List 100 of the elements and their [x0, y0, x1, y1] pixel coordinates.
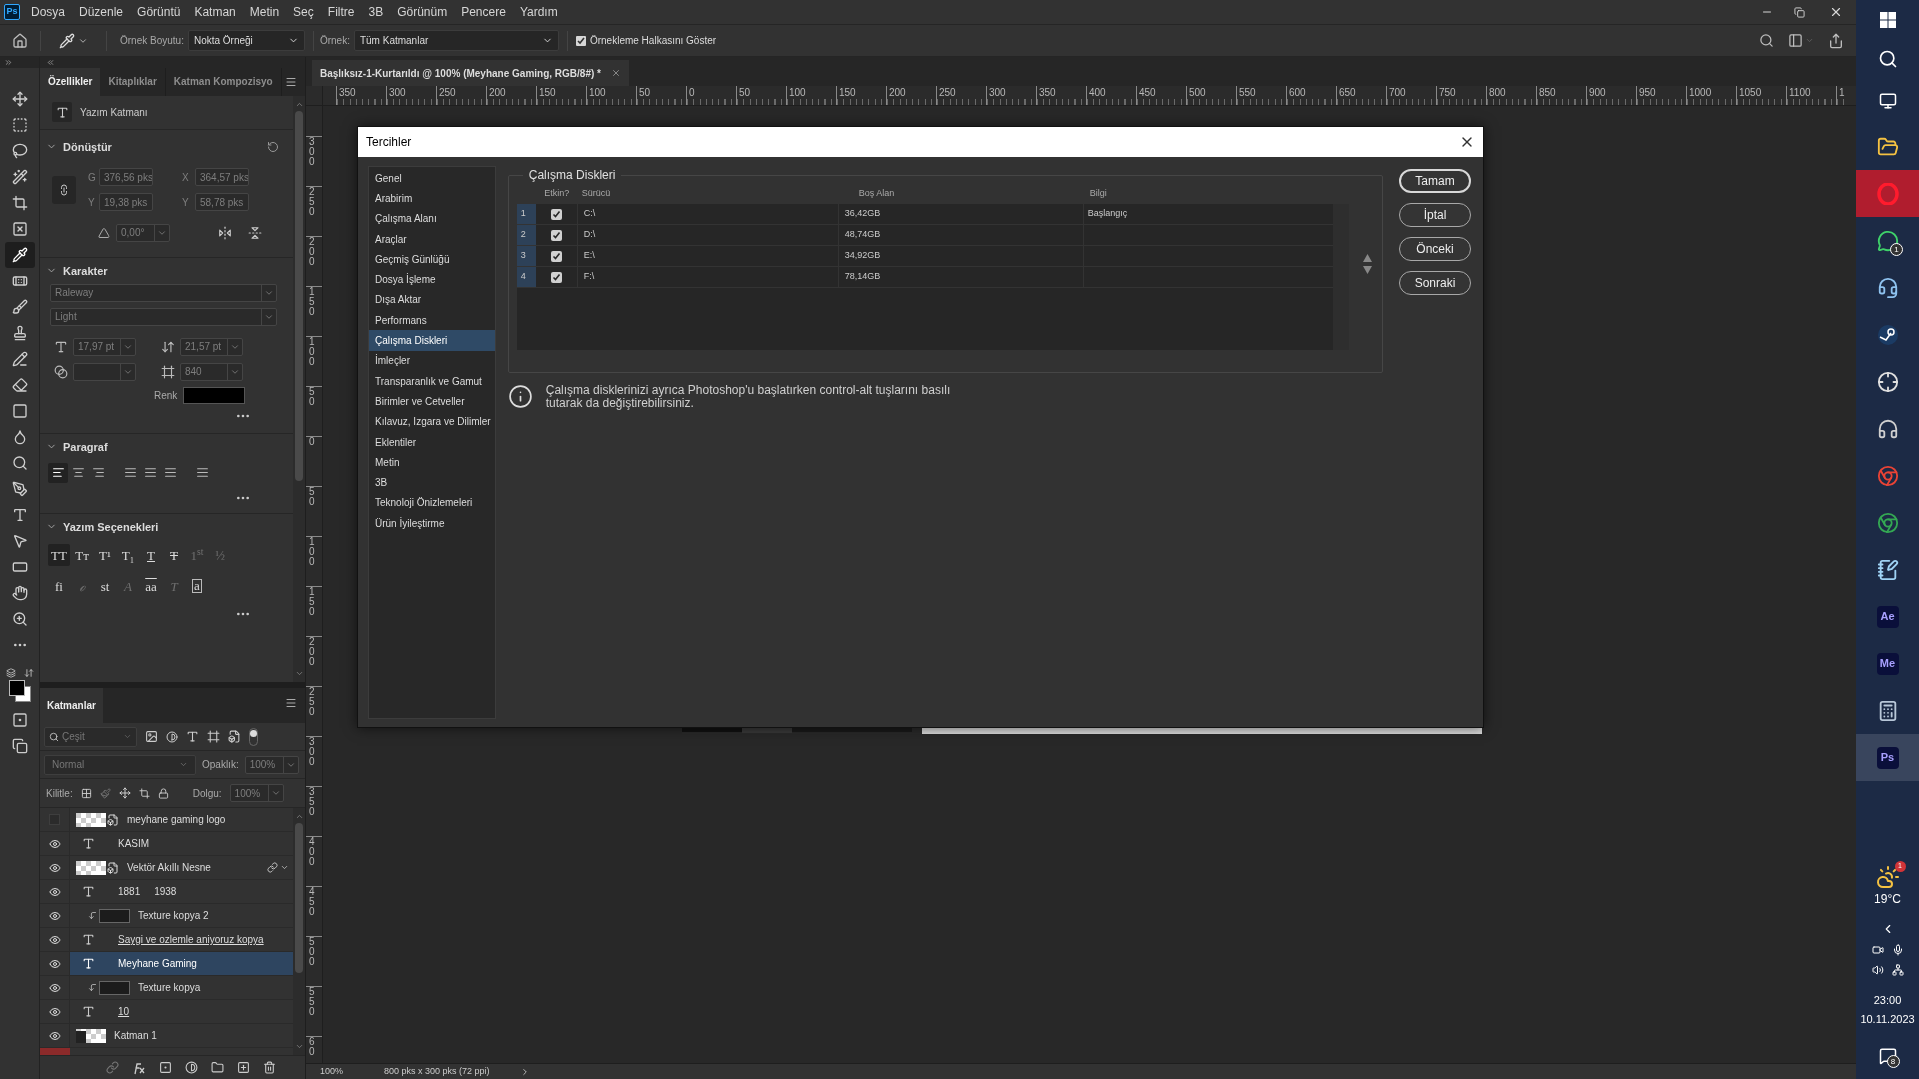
visibility-eye-icon[interactable]	[48, 933, 61, 946]
flip-vertical-icon[interactable]	[248, 225, 262, 240]
layer-name[interactable]: meyhane gaming logo	[127, 812, 226, 827]
ring-label[interactable]: Örnekleme Halkasını Göster	[589, 33, 717, 48]
active-checkbox[interactable]	[550, 229, 562, 241]
weather-icon[interactable]	[1875, 865, 1900, 889]
opacity-field[interactable]: 100%	[244, 755, 299, 774]
scrollbar-thumb[interactable]	[295, 823, 303, 973]
category-item[interactable]: Teknoloji Önizlemeleri	[369, 492, 495, 514]
layer-name[interactable]: Vektör Akıllı Nesne	[127, 860, 211, 875]
layer-name[interactable]: 10	[118, 1004, 130, 1019]
type-filter-icon[interactable]	[186, 730, 199, 743]
type-option-button[interactable]: Tт	[71, 544, 93, 567]
flip-horizontal-icon[interactable]	[218, 225, 232, 240]
category-item[interactable]: Araçlar	[369, 228, 495, 250]
lock-transparency-icon[interactable]	[80, 787, 92, 799]
dialog-button[interactable]: Sonraki	[1399, 271, 1471, 295]
windows-logo-icon[interactable]	[1879, 12, 1896, 28]
search-icon[interactable]	[1877, 49, 1898, 69]
sample-size-dropdown[interactable]: Nokta Örneği	[187, 30, 305, 51]
category-item[interactable]: Dosya İşleme	[369, 269, 495, 290]
menu-item[interactable]: Görünüm	[390, 3, 455, 21]
layer-name[interactable]: Texture kopya	[138, 980, 201, 995]
eyedropper-icon[interactable]	[59, 32, 75, 49]
color-swatch[interactable]	[183, 386, 246, 404]
task-view-icon[interactable]	[1878, 91, 1897, 110]
menu-item[interactable]: Pencere	[454, 3, 513, 21]
clock-time[interactable]: 23:00	[1873, 992, 1902, 1009]
category-item[interactable]: Metin	[369, 452, 495, 473]
taskbar-app[interactable]: Ae	[1856, 593, 1919, 640]
volume-icon[interactable]	[1871, 964, 1884, 976]
network-icon[interactable]	[1891, 964, 1904, 976]
section-title[interactable]: Yazım Seçenekleri	[63, 518, 159, 536]
camera-icon[interactable]	[1871, 944, 1884, 956]
scrollbar-thumb[interactable]	[295, 110, 303, 481]
visibility-eye-icon[interactable]	[48, 885, 61, 898]
close-icon[interactable]	[1829, 5, 1843, 19]
layer-row[interactable]: Katman 1	[40, 1024, 293, 1048]
layer-row[interactable]: Texture kopya 2	[40, 904, 293, 928]
adjustment-filter-icon[interactable]	[166, 730, 178, 743]
height-field[interactable]: 19,38 pks	[99, 193, 153, 212]
menu-item[interactable]: Katman	[187, 3, 243, 21]
category-item[interactable]: Çalışma Diskleri	[369, 330, 495, 351]
dialog-button[interactable]: İptal	[1399, 203, 1471, 227]
notifications-icon[interactable]	[1878, 1047, 1897, 1065]
search-icon[interactable]	[1759, 33, 1774, 48]
menu-item[interactable]: Seç	[286, 3, 321, 21]
section-title[interactable]: Paragraf	[63, 438, 108, 456]
dialog-button[interactable]: Önceki	[1399, 237, 1471, 261]
home-icon[interactable]	[12, 32, 28, 49]
menu-item[interactable]: Filtre	[320, 3, 362, 21]
layer-name[interactable]: Katman 1	[114, 1028, 157, 1043]
taskbar-app[interactable]: 1	[1856, 217, 1919, 264]
layer-row[interactable]: Meyhane Gaming	[40, 952, 293, 976]
visibility-eye-icon[interactable]	[48, 981, 61, 994]
layer-row[interactable]: 1881 1938	[40, 880, 293, 904]
tracking-field[interactable]: 840	[180, 362, 243, 381]
layer-name[interactable]: Texture kopya 2	[138, 908, 209, 923]
font-size-field[interactable]: 17,97 pt	[73, 337, 136, 356]
layer-name[interactable]: KASIM	[118, 836, 150, 851]
layer-row[interactable]: Vektör Akıllı Nesne	[40, 856, 293, 880]
category-item[interactable]: Dışa Aktar	[369, 289, 495, 311]
type-option-button[interactable]: T₁	[117, 544, 139, 567]
restore-icon[interactable]	[1794, 6, 1805, 18]
visibility-eye-icon[interactable]	[48, 837, 61, 850]
font-style-dropdown[interactable]: Light	[50, 307, 277, 326]
layer-name[interactable]: Saygi ve ozlemle aniyoruz kopya	[118, 932, 264, 947]
category-item[interactable]: Transparanlık ve Gamut	[369, 370, 495, 392]
section-title[interactable]: Dönüştür	[63, 138, 112, 156]
layer-name[interactable]: 1881 1938	[118, 884, 177, 899]
category-item[interactable]: Çalışma Alanı	[369, 208, 495, 229]
layer-row[interactable]: Texture kopya	[40, 976, 293, 1000]
tool-button[interactable]	[4, 242, 35, 268]
visibility-eye-icon[interactable]	[48, 957, 61, 970]
category-item[interactable]: Kılavuz, Izgara ve Dilimler	[369, 411, 495, 432]
smart-filter-icon[interactable]	[228, 730, 241, 743]
document-tab[interactable]: Başlıksız-1-Kurtarıldı @ 100% (Meyhane Gaming, RGB/8#) *	[312, 60, 629, 86]
x-field[interactable]: 364,57 pks	[195, 168, 249, 187]
visibility-eye-icon[interactable]	[48, 861, 61, 874]
scroll-down-icon[interactable]	[294, 669, 304, 678]
quick-mask-icon[interactable]	[11, 712, 28, 728]
lock-icon[interactable]	[157, 787, 169, 799]
mic-icon[interactable]	[1891, 944, 1904, 956]
active-checkbox[interactable]	[550, 208, 562, 220]
type-option-button[interactable]: T	[140, 544, 162, 567]
type-option-button[interactable]: T¹	[94, 544, 116, 567]
scroll-down-icon[interactable]	[294, 1042, 304, 1051]
lock-artboard-icon[interactable]	[138, 787, 150, 799]
layer-row[interactable]: meyhane gaming logo	[40, 808, 293, 832]
visibility-eye-icon[interactable]	[48, 909, 61, 922]
sample-dropdown[interactable]: Tüm Katmanlar	[353, 30, 559, 51]
panel-tab[interactable]: Katmanlar	[40, 688, 103, 723]
link-layers-icon[interactable]	[106, 1061, 119, 1074]
new-layer-icon[interactable]	[237, 1061, 250, 1074]
taskbar-app[interactable]: Me	[1856, 640, 1919, 687]
screen-mode-icon[interactable]	[11, 738, 28, 754]
swap-colors-icon[interactable]	[23, 668, 34, 678]
category-item[interactable]: İmleçler	[369, 350, 495, 371]
clock-date[interactable]: 10.11.2023	[1860, 1010, 1915, 1027]
folder-icon[interactable]	[211, 1061, 224, 1074]
